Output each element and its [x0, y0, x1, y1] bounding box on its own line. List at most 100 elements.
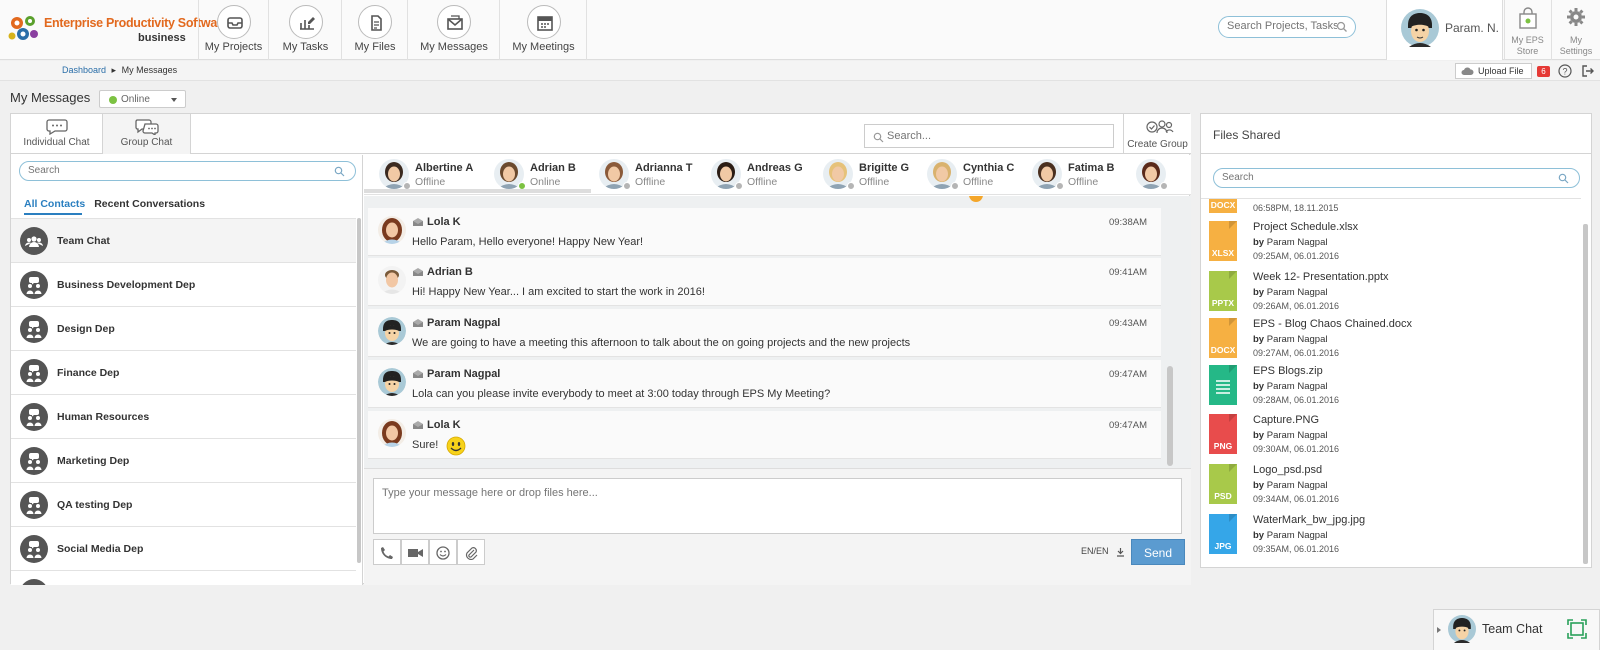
- nav-my-messages[interactable]: My Messages: [409, 0, 500, 60]
- file-item[interactable]: PPTX Week 12- Presentation.pptx by Param N…: [1209, 269, 1569, 319]
- nav-my-meetings[interactable]: My Meetings: [501, 0, 587, 60]
- contact-item[interactable]: Team Chat: [11, 219, 356, 263]
- chat-search[interactable]: [864, 124, 1114, 148]
- download-icon[interactable]: [1116, 547, 1125, 557]
- chevron-left-icon[interactable]: [1437, 627, 1441, 633]
- nav-my-projects[interactable]: My Projects: [198, 0, 269, 60]
- contact-search-input[interactable]: [28, 165, 318, 176]
- contact-search[interactable]: [19, 161, 356, 181]
- file-item[interactable]: DOCX 06:58PM, 18.11.2015: [1209, 199, 1569, 221]
- message-sender: Lola K: [427, 419, 461, 431]
- help-icon[interactable]: ?: [1558, 64, 1572, 78]
- contact-item[interactable]: Finance Dep: [11, 351, 356, 395]
- file-name[interactable]: Project Schedule.xlsx: [1253, 221, 1358, 233]
- status-dropdown[interactable]: Online: [99, 90, 186, 108]
- file-extension: DOCX: [1210, 200, 1236, 210]
- participant-status: Offline: [415, 176, 446, 188]
- emoji-button[interactable]: [429, 539, 457, 565]
- contact-item[interactable]: Software Development Dep: [11, 571, 356, 585]
- attach-button[interactable]: [457, 539, 485, 565]
- file-extension: PSD: [1214, 491, 1232, 501]
- page-fold: [1229, 464, 1237, 472]
- chat-search-input[interactable]: [887, 130, 1087, 142]
- tab-all-contacts[interactable]: All Contacts: [24, 198, 85, 210]
- search-icon[interactable]: [1336, 21, 1348, 33]
- participant-name: Brigitte G: [859, 162, 910, 174]
- video-call-button[interactable]: [401, 539, 429, 565]
- contact-item[interactable]: Marketing Dep: [11, 439, 356, 483]
- breadcrumb-dashboard[interactable]: Dashboard: [62, 65, 106, 75]
- files-scrollbar[interactable]: [1583, 224, 1588, 564]
- file-name[interactable]: Logo_psd.psd: [1253, 464, 1322, 476]
- contact-item[interactable]: Business Development Dep: [11, 263, 356, 307]
- file-name[interactable]: EPS Blogs.zip: [1253, 365, 1323, 377]
- voice-call-button[interactable]: [373, 539, 401, 565]
- participant-status: Offline: [859, 176, 890, 188]
- file-item[interactable]: PNG Capture.PNG by Param Nagpal 09:30AM, 06…: [1209, 412, 1569, 462]
- partial-avatar: [969, 196, 983, 202]
- message-item: Param Nagpal 09:43AM We are going to have …: [368, 309, 1161, 357]
- chart-edit-icon: [299, 17, 315, 30]
- envelope-icon: [413, 421, 423, 429]
- message-input[interactable]: [373, 478, 1182, 534]
- breadcrumb-separator: ▸: [111, 65, 117, 75]
- message-text: We are going to have a meeting this afte…: [412, 337, 911, 349]
- logout-icon[interactable]: [1581, 64, 1595, 78]
- group-avatar: [20, 359, 48, 387]
- top-search[interactable]: [1218, 16, 1356, 38]
- top-search-input[interactable]: [1227, 20, 1337, 32]
- portrait-icon: [378, 317, 406, 345]
- file-date: 06:58PM, 18.11.2015: [1253, 203, 1339, 213]
- file-item[interactable]: XLSX Project Schedule.xlsx by Param Nagpal…: [1209, 219, 1569, 269]
- participants-scrollbar[interactable]: [364, 189, 591, 193]
- envelope-icon: [413, 268, 423, 276]
- upload-file-button[interactable]: Upload File: [1455, 63, 1532, 79]
- page-fold: [1229, 414, 1237, 422]
- my-eps-store[interactable]: My EPS Store: [1504, 0, 1550, 60]
- by-prefix: by: [1253, 237, 1265, 248]
- messages-scrollbar[interactable]: [1167, 366, 1173, 466]
- file-item[interactable]: PSD Logo_psd.psd by Param Nagpal 09:34AM, 0…: [1209, 462, 1569, 512]
- store-label-1: My EPS: [1511, 35, 1544, 45]
- language-indicator[interactable]: EN/EN: [1081, 546, 1109, 556]
- contact-name: Design Dep: [57, 323, 115, 335]
- user-menu[interactable]: Param. N.: [1386, 0, 1503, 60]
- files-search-input[interactable]: [1222, 172, 1542, 183]
- contact-name: QA testing Dep: [57, 499, 133, 511]
- create-group-button[interactable]: Create Group: [1123, 114, 1191, 154]
- file-name[interactable]: EPS - Blog Chaos Chained.docx: [1253, 318, 1412, 330]
- tab-label: Group Chat: [120, 137, 173, 148]
- page-fold: [1229, 514, 1237, 522]
- file-item[interactable]: DOCX EPS - Blog Chaos Chained.docx by Para…: [1209, 316, 1569, 366]
- file-name[interactable]: Week 12- Presentation.pptx: [1253, 271, 1389, 283]
- send-button[interactable]: Send: [1131, 539, 1185, 565]
- nav-my-tasks[interactable]: My Tasks: [270, 0, 342, 60]
- expand-icon[interactable]: [1567, 619, 1587, 639]
- file-name[interactable]: WaterMark_bw_jpg.jpg: [1253, 514, 1365, 526]
- contact-item[interactable]: Design Dep: [11, 307, 356, 351]
- file-name[interactable]: Capture.PNG: [1253, 414, 1319, 426]
- by-prefix: by: [1253, 430, 1265, 441]
- file-item[interactable]: JPG WaterMark_bw_jpg.jpg by Param Nagpal 09…: [1209, 512, 1569, 562]
- logo[interactable]: Enterprise Productivity Software® busine…: [6, 10, 233, 50]
- tab-individual-chat[interactable]: Individual Chat: [11, 114, 103, 154]
- group-avatar: [20, 227, 48, 255]
- contact-item[interactable]: QA testing Dep: [11, 483, 356, 527]
- team-chat-widget[interactable]: Team Chat: [1433, 609, 1600, 650]
- tab-recent-conversations[interactable]: Recent Conversations: [94, 198, 205, 210]
- tab-group-chat[interactable]: Group Chat: [103, 114, 191, 154]
- files-search[interactable]: [1213, 168, 1580, 188]
- participant-name: Andreas G: [747, 162, 803, 174]
- contacts-scrollbar[interactable]: [357, 218, 361, 563]
- contact-item[interactable]: Social Media Dep: [11, 527, 356, 571]
- avatar: [378, 266, 406, 294]
- message-sender: Lola K: [427, 216, 461, 228]
- file-item[interactable]: EPS Blogs.zip by Param Nagpal 09:28AM, 06.…: [1209, 363, 1569, 413]
- uploader-name: Param Nagpal: [1266, 334, 1328, 345]
- my-settings[interactable]: My Settings: [1551, 0, 1600, 60]
- contact-item[interactable]: Human Resources: [11, 395, 356, 439]
- message-time: 09:41AM: [1108, 267, 1147, 278]
- nav-my-files[interactable]: My Files: [343, 0, 408, 60]
- notification-badge[interactable]: 6: [1537, 66, 1550, 77]
- chat-bubble-icon: [45, 119, 68, 135]
